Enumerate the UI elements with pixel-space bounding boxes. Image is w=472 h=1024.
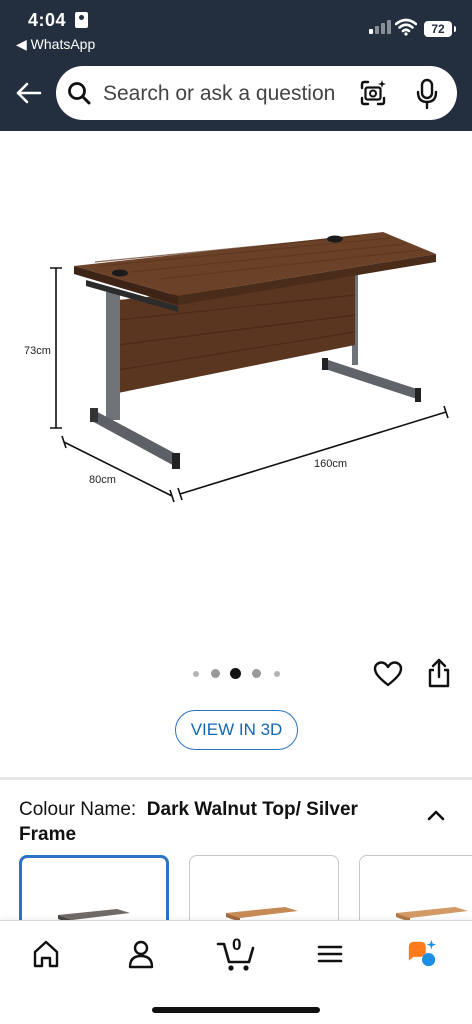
heart-icon[interactable]: [373, 660, 403, 688]
app-header: 4:04 ◀ WhatsApp 72 Search or ask a quest…: [0, 0, 472, 131]
search-bar[interactable]: Search or ask a question: [56, 66, 457, 120]
cart-count: 0: [232, 935, 242, 954]
desk-illustration: [50, 232, 449, 503]
back-to-app-link[interactable]: ◀ WhatsApp: [16, 36, 95, 53]
section-divider: [0, 777, 472, 780]
camera-lens-icon[interactable]: [358, 78, 388, 108]
menu-icon[interactable]: [314, 937, 346, 971]
cellular-signal-icon: [369, 20, 391, 34]
home-icon[interactable]: [30, 937, 62, 971]
search-input[interactable]: Search or ask a question: [103, 82, 335, 106]
product-page: 4:04 ◀ WhatsApp 72 Search or ask a quest…: [0, 0, 472, 1024]
depth-dimension-label: 80cm: [89, 474, 116, 486]
cart-button[interactable]: 0: [216, 935, 256, 975]
view-in-3d-button[interactable]: VIEW IN 3D: [175, 710, 298, 750]
back-arrow-icon[interactable]: [12, 78, 44, 108]
carousel-dot[interactable]: [274, 671, 280, 677]
width-dimension-label: 160cm: [314, 458, 348, 470]
home-indicator[interactable]: [152, 1007, 320, 1013]
account-icon[interactable]: [125, 937, 157, 971]
microphone-icon[interactable]: [414, 78, 440, 110]
product-image[interactable]: 73cm 80cm 160cm: [0, 131, 472, 641]
wifi-icon: [395, 18, 417, 36]
carousel-dot[interactable]: [211, 669, 220, 678]
share-icon[interactable]: [425, 657, 453, 689]
status-time: 4:04: [28, 10, 67, 30]
colour-variation-header[interactable]: Colour Name: Dark Walnut Top/ Silver Fra…: [19, 797, 409, 847]
carousel-dot-active[interactable]: [230, 668, 241, 679]
chevron-up-icon[interactable]: [424, 806, 448, 824]
carousel-dot[interactable]: [252, 669, 261, 678]
contact-card-icon: [75, 12, 88, 28]
colour-name-label: Colour Name:: [19, 799, 137, 820]
carousel-dot[interactable]: [193, 671, 199, 677]
rufus-assistant-icon[interactable]: [406, 937, 438, 971]
search-icon: [68, 82, 91, 105]
battery-indicator: 72: [424, 21, 456, 37]
height-dimension-label: 73cm: [24, 345, 51, 357]
